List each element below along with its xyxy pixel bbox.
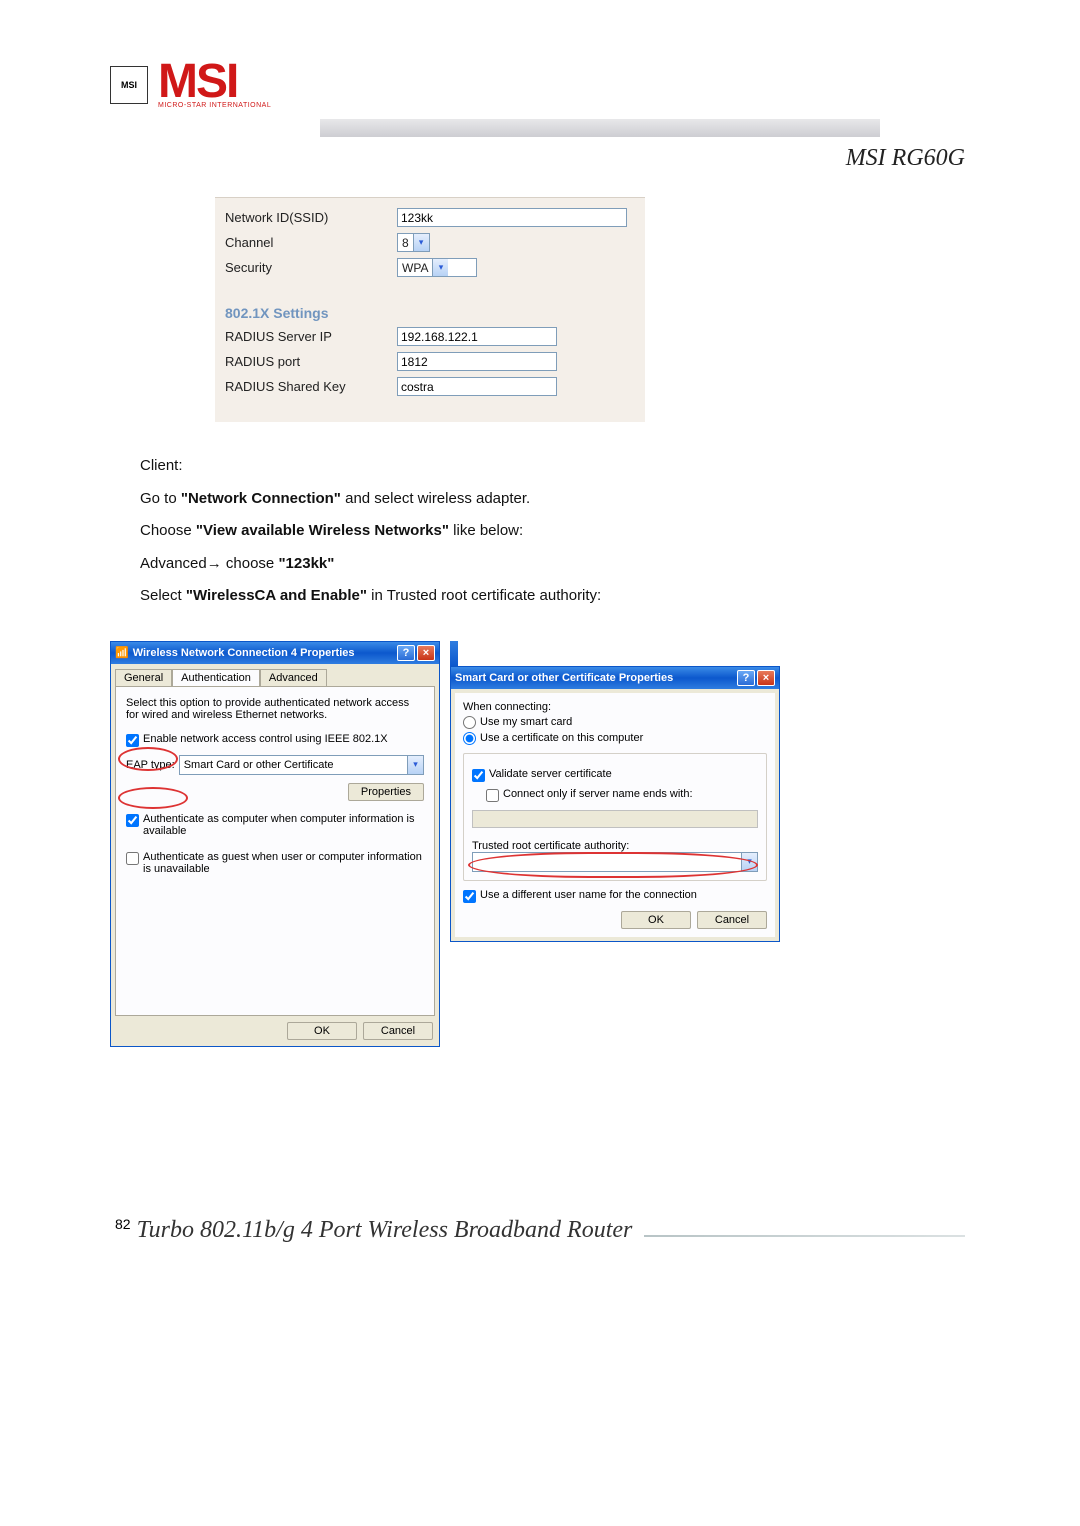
dialog-screenshots: 📶 Wireless Network Connection 4 Properti… <box>110 641 970 1047</box>
channel-value: 8 <box>398 236 413 250</box>
chevron-down-icon <box>407 756 423 774</box>
use-diff-user-checkbox[interactable] <box>463 890 476 903</box>
cancel-button[interactable]: Cancel <box>363 1022 433 1040</box>
logo-tagline: MICRO-STAR INTERNATIONAL <box>158 103 271 109</box>
footer-title: Turbo 802.11b/g 4 Port Wireless Broadban… <box>137 1217 633 1244</box>
properties-button[interactable]: Properties <box>348 783 424 801</box>
enable-8021x-checkbox[interactable] <box>126 734 139 747</box>
security-value: WPA <box>398 261 432 275</box>
instruction-text: Client: Go to "Network Connection" and s… <box>140 452 940 611</box>
channel-label: Channel <box>225 235 397 250</box>
tab-advanced[interactable]: Advanced <box>260 669 327 687</box>
help-button[interactable]: ? <box>737 670 755 686</box>
window-title: Smart Card or other Certificate Properti… <box>455 672 673 684</box>
connect-only-label: Connect only if server name ends with: <box>503 788 693 800</box>
footer-line <box>644 1235 965 1237</box>
enable-8021x-label: Enable network access control using IEEE… <box>143 733 388 745</box>
top-gradient-bar <box>320 119 880 137</box>
p-choose: Choose "View available Wireless Networks… <box>140 517 940 546</box>
p-client: Client: <box>140 452 940 481</box>
logo-emblem: MSI <box>110 66 148 104</box>
chevron-down-icon <box>741 853 757 871</box>
use-smartcard-radio[interactable] <box>463 716 476 729</box>
eap-type-select[interactable]: Smart Card or other Certificate <box>179 755 424 775</box>
use-certificate-label: Use a certificate on this computer <box>480 732 643 744</box>
window-icon: 📶 <box>115 646 129 659</box>
wireless-settings-panel: Network ID(SSID) Channel 8 Security WPA … <box>215 197 645 422</box>
trusted-root-select[interactable] <box>472 852 758 872</box>
eap-type-label: EAP type: <box>126 759 175 771</box>
logo-brand: MSI <box>158 60 271 103</box>
radius-port-input[interactable] <box>397 352 557 371</box>
help-button[interactable]: ? <box>397 645 415 661</box>
trusted-root-label: Trusted root certificate authority: <box>472 840 758 852</box>
radius-ip-input[interactable] <box>397 327 557 346</box>
radius-port-label: RADIUS port <box>225 354 397 369</box>
close-button[interactable]: × <box>757 670 775 686</box>
titlebar: 📶 Wireless Network Connection 4 Properti… <box>111 642 439 664</box>
p-goto: Go to "Network Connection" and select wi… <box>140 485 940 514</box>
use-diff-user-label: Use a different user name for the connec… <box>480 889 697 901</box>
p-select: Select "WirelessCA and Enable" in Truste… <box>140 582 940 611</box>
validate-cert-checkbox[interactable] <box>472 769 485 782</box>
ssid-label: Network ID(SSID) <box>225 210 397 225</box>
auth-as-guest-checkbox[interactable] <box>126 852 139 865</box>
eap-type-value: Smart Card or other Certificate <box>184 759 334 771</box>
page-footer: 82 Turbo 802.11b/g 4 Port Wireless Broad… <box>110 1217 970 1244</box>
tab-strip: General Authentication Advanced <box>111 664 439 686</box>
server-name-input[interactable] <box>472 810 758 828</box>
dialog-body: When connecting: Use my smart card Use a… <box>455 693 775 937</box>
auth-description: Select this option to provide authentica… <box>126 697 424 721</box>
smartcard-properties-dialog: Smart Card or other Certificate Properti… <box>450 666 780 942</box>
tab-general[interactable]: General <box>115 669 172 687</box>
page-number: 82 <box>115 1216 131 1232</box>
wireless-properties-dialog: 📶 Wireless Network Connection 4 Properti… <box>110 641 440 1047</box>
tab-authentication[interactable]: Authentication <box>172 669 260 687</box>
section-8021x-title: 802.1X Settings <box>225 305 645 321</box>
model-label: MSI RG60G <box>846 145 965 172</box>
logo: MSI MSI MICRO-STAR INTERNATIONAL <box>110 60 970 109</box>
ok-button[interactable]: OK <box>621 911 691 929</box>
titlebar: Smart Card or other Certificate Properti… <box>451 667 779 689</box>
security-label: Security <box>225 260 397 275</box>
use-certificate-radio[interactable] <box>463 732 476 745</box>
security-select[interactable]: WPA <box>397 258 477 277</box>
auth-as-computer-checkbox[interactable] <box>126 814 139 827</box>
window-title: Wireless Network Connection 4 Properties <box>133 647 355 659</box>
close-button[interactable]: × <box>417 645 435 661</box>
chevron-down-icon <box>413 234 429 251</box>
channel-select[interactable]: 8 <box>397 233 430 252</box>
connect-only-checkbox[interactable] <box>486 789 499 802</box>
auth-as-guest-label: Authenticate as guest when user or compu… <box>143 851 424 875</box>
use-smartcard-label: Use my smart card <box>480 716 572 728</box>
radius-key-label: RADIUS Shared Key <box>225 379 397 394</box>
chevron-down-icon <box>432 259 448 276</box>
media-strip <box>450 641 458 666</box>
validate-cert-label: Validate server certificate <box>489 768 612 780</box>
ok-button[interactable]: OK <box>287 1022 357 1040</box>
auth-as-computer-label: Authenticate as computer when computer i… <box>143 813 424 837</box>
radius-ip-label: RADIUS Server IP <box>225 329 397 344</box>
ssid-input[interactable] <box>397 208 627 227</box>
logo-text: MSI MICRO-STAR INTERNATIONAL <box>158 60 271 109</box>
cancel-button[interactable]: Cancel <box>697 911 767 929</box>
tab-content: Select this option to provide authentica… <box>115 686 435 1016</box>
p-advanced: Advanced→ choose "123kk" <box>140 550 940 579</box>
radius-key-input[interactable] <box>397 377 557 396</box>
when-connecting-label: When connecting: <box>463 701 767 713</box>
